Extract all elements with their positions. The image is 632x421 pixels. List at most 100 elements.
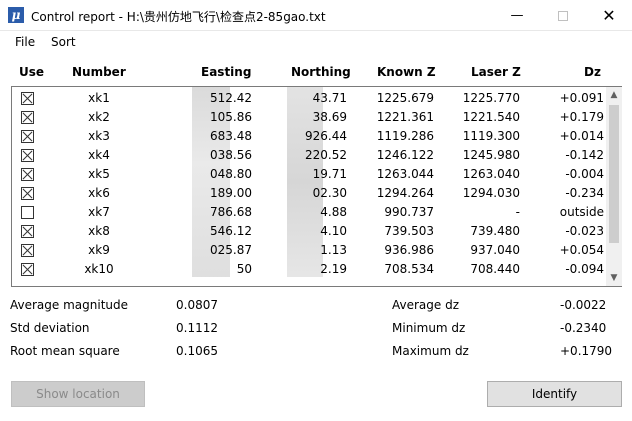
cell-dz: -0.004 <box>565 167 604 181</box>
rms-value: 0.1065 <box>176 344 218 358</box>
max-dz-value: +0.1790 <box>560 344 613 358</box>
cell-dz: +0.179 <box>559 110 604 124</box>
cell-northing: 4.10 <box>320 224 347 238</box>
cell-number: xk4 <box>88 148 110 162</box>
window-title: Control report - H:\贵州仿地飞行\检查点2-85gao.tx… <box>31 10 326 24</box>
min-dz-value: -0.2340 <box>560 321 607 335</box>
cell-easting: 048.80 <box>210 167 252 181</box>
menu-bar: File Sort <box>0 31 632 53</box>
rms-label: Root mean square <box>10 344 120 358</box>
show-location-button[interactable]: Show location <box>11 381 145 407</box>
column-header-dz[interactable]: Dz <box>584 65 601 79</box>
table-row[interactable]: xk7 786.68 4.88 990.737 - outside <box>12 203 606 222</box>
cell-known-z: 1263.044 <box>376 167 434 181</box>
cell-laser-z: 1119.300 <box>462 129 520 143</box>
use-checkbox[interactable] <box>21 130 34 143</box>
column-header-easting[interactable]: Easting <box>201 65 251 79</box>
std-deviation-label: Std deviation <box>10 321 90 335</box>
control-points-table[interactable]: xk1 512.42 43.71 1225.679 1225.770 +0.09… <box>11 86 622 287</box>
use-checkbox[interactable] <box>21 149 34 162</box>
cell-easting: 025.87 <box>210 243 252 257</box>
vertical-scrollbar[interactable]: ▲ ▼ <box>606 87 622 286</box>
cell-known-z: 1221.361 <box>376 110 434 124</box>
cell-northing: 19.71 <box>312 167 347 181</box>
column-header-known-z[interactable]: Known Z <box>377 65 436 79</box>
avg-dz-value: -0.0022 <box>560 298 607 312</box>
table-row[interactable]: xk10 50 2.19 708.534 708.440 -0.094 <box>12 260 606 279</box>
minimize-button[interactable]: — <box>494 0 540 31</box>
menu-sort[interactable]: Sort <box>51 35 76 49</box>
cell-easting: 189.00 <box>210 186 252 200</box>
use-checkbox[interactable] <box>21 225 34 238</box>
title-bar: μ Control report - H:\贵州仿地飞行\检查点2-85gao.… <box>0 0 632 31</box>
scrollbar-thumb[interactable] <box>609 105 619 243</box>
cell-easting: 50 <box>236 262 252 276</box>
min-dz-label: Minimum dz <box>392 321 466 335</box>
use-checkbox[interactable] <box>21 206 34 219</box>
cell-northing: 220.52 <box>305 148 347 162</box>
table-row[interactable]: xk3 683.48 926.44 1119.286 1119.300 +0.0… <box>12 127 606 146</box>
app-icon: μ <box>8 7 24 23</box>
cell-dz: outside <box>559 205 604 219</box>
use-checkbox[interactable] <box>21 187 34 200</box>
cell-known-z: 739.503 <box>384 224 434 238</box>
use-checkbox[interactable] <box>21 168 34 181</box>
table-row[interactable]: xk2 105.86 38.69 1221.361 1221.540 +0.17… <box>12 108 606 127</box>
avg-magnitude-label: Average magnitude <box>10 298 129 312</box>
column-header-use[interactable]: Use <box>19 65 44 79</box>
cell-northing: 38.69 <box>312 110 347 124</box>
use-checkbox[interactable] <box>21 244 34 257</box>
use-checkbox[interactable] <box>21 92 34 105</box>
use-checkbox[interactable] <box>21 111 34 124</box>
menu-file[interactable]: File <box>15 35 35 49</box>
cell-number: xk1 <box>88 91 110 105</box>
cell-easting: 683.48 <box>210 129 252 143</box>
std-deviation-value: 0.1112 <box>176 321 218 335</box>
use-checkbox[interactable] <box>21 263 34 276</box>
max-dz-label: Maximum dz <box>392 344 469 358</box>
cell-number: xk8 <box>88 224 110 238</box>
cell-dz: -0.142 <box>565 148 604 162</box>
cell-laser-z: 1221.540 <box>462 110 520 124</box>
cell-known-z: 990.737 <box>384 205 434 219</box>
cell-laser-z: - <box>515 205 520 219</box>
cell-laser-z: 1245.980 <box>462 148 520 162</box>
column-header-number[interactable]: Number <box>72 65 126 79</box>
cell-laser-z: 739.480 <box>470 224 520 238</box>
table-row[interactable]: xk1 512.42 43.71 1225.679 1225.770 +0.09… <box>12 89 606 108</box>
scroll-down-icon[interactable]: ▼ <box>606 270 622 286</box>
cell-dz: -0.094 <box>565 262 604 276</box>
table-row[interactable]: xk5 048.80 19.71 1263.044 1263.040 -0.00… <box>12 165 606 184</box>
maximize-button[interactable] <box>540 0 586 31</box>
cell-dz: +0.091 <box>559 91 604 105</box>
cell-number: xk2 <box>88 110 110 124</box>
table-row[interactable]: xk8 546.12 4.10 739.503 739.480 -0.023 <box>12 222 606 241</box>
cell-northing: 2.19 <box>320 262 347 276</box>
avg-magnitude-value: 0.0807 <box>176 298 218 312</box>
cell-easting: 546.12 <box>210 224 252 238</box>
cell-known-z: 1119.286 <box>376 129 434 143</box>
column-header-laser-z[interactable]: Laser Z <box>471 65 521 79</box>
cell-number: xk9 <box>88 243 110 257</box>
cell-laser-z: 1225.770 <box>462 91 520 105</box>
cell-known-z: 1294.264 <box>376 186 434 200</box>
scroll-up-icon[interactable]: ▲ <box>606 87 622 103</box>
cell-dz: +0.014 <box>559 129 604 143</box>
table-row[interactable]: xk6 189.00 02.30 1294.264 1294.030 -0.23… <box>12 184 606 203</box>
cell-northing: 43.71 <box>312 91 347 105</box>
cell-laser-z: 1294.030 <box>462 186 520 200</box>
cell-dz: +0.054 <box>559 243 604 257</box>
cell-northing: 4.88 <box>320 205 347 219</box>
cell-number: xk6 <box>88 186 110 200</box>
table-row[interactable]: xk9 025.87 1.13 936.986 937.040 +0.054 <box>12 241 606 260</box>
column-header-northing[interactable]: Northing <box>291 65 351 79</box>
avg-dz-label: Average dz <box>392 298 460 312</box>
close-button[interactable]: ✕ <box>586 0 632 31</box>
table-row[interactable]: xk4 038.56 220.52 1246.122 1245.980 -0.1… <box>12 146 606 165</box>
cell-easting: 038.56 <box>210 148 252 162</box>
cell-easting: 105.86 <box>210 110 252 124</box>
identify-button[interactable]: Identify <box>487 381 622 407</box>
cell-easting: 512.42 <box>210 91 252 105</box>
cell-dz: -0.234 <box>565 186 604 200</box>
cell-known-z: 708.534 <box>384 262 434 276</box>
